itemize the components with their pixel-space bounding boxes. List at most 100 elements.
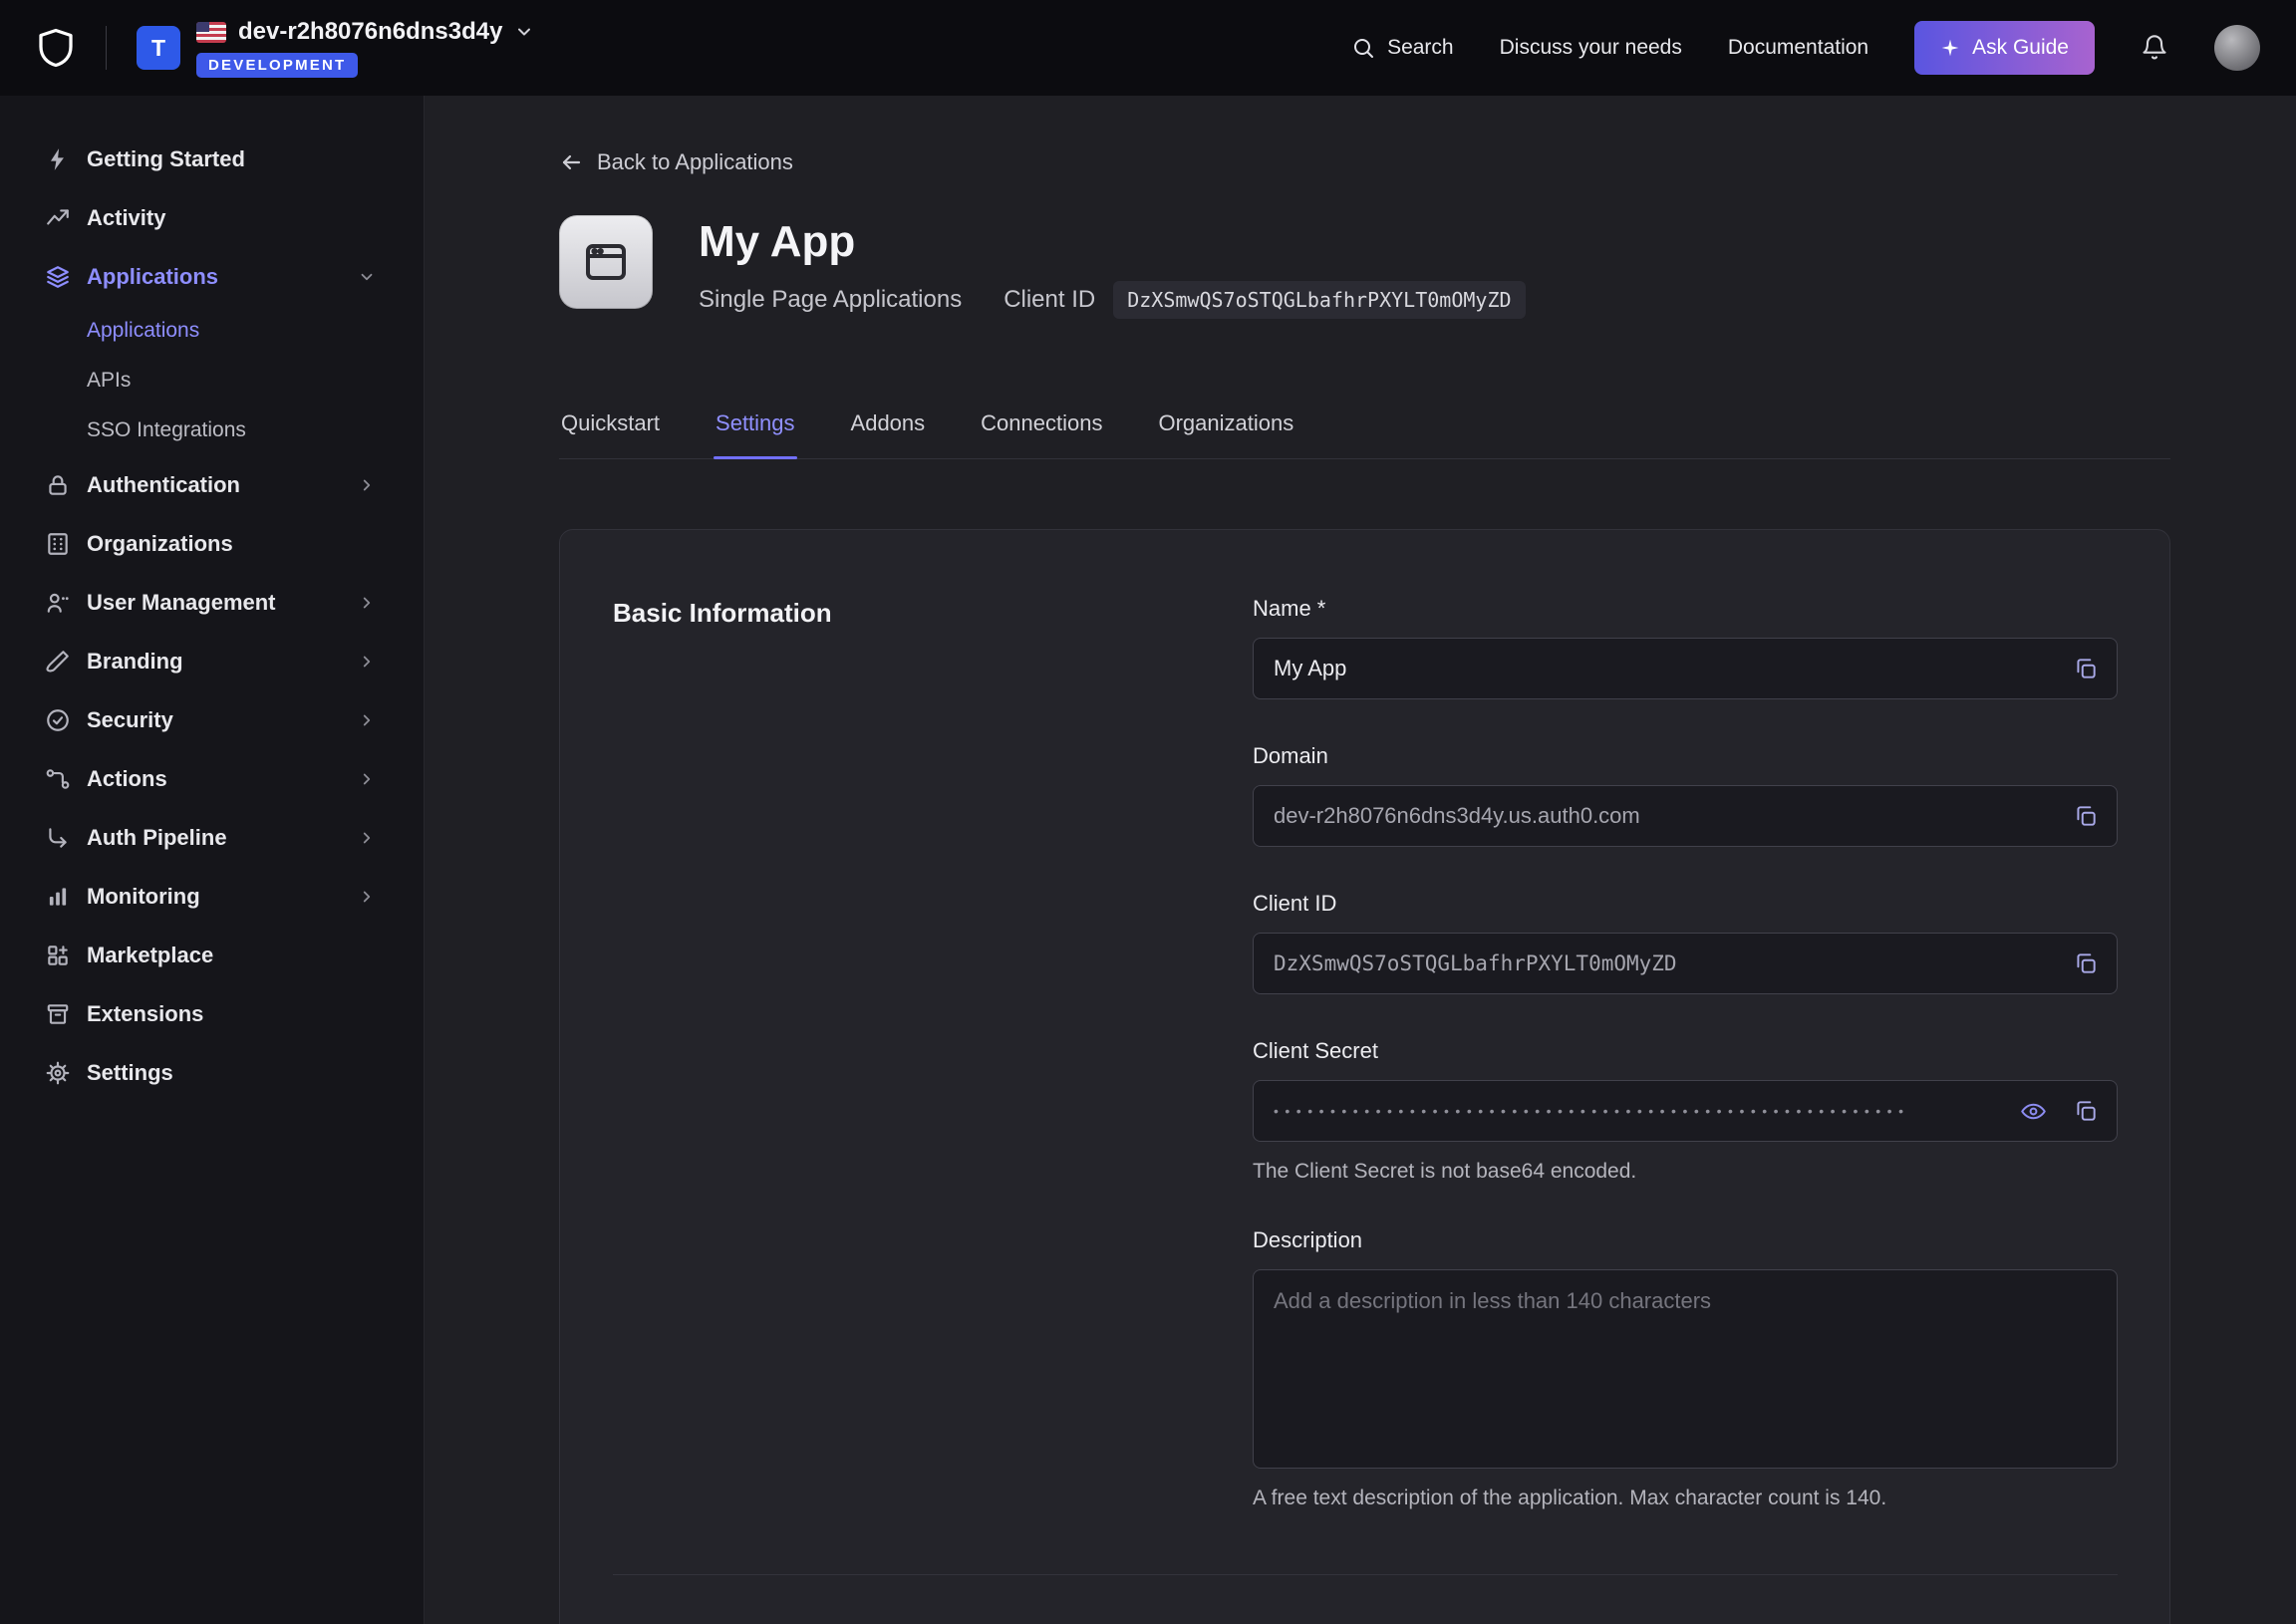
sidebar-subitem-apis[interactable]: APIs — [0, 356, 424, 406]
page-title: My App — [699, 217, 1526, 267]
sidebar-item-getting-started[interactable]: Getting Started — [0, 130, 424, 188]
client-id-label: Client ID — [1253, 891, 2118, 917]
sidebar-item-activity[interactable]: Activity — [0, 188, 424, 247]
chevron-right-icon — [358, 594, 376, 612]
sidebar-item-security[interactable]: Security — [0, 690, 424, 749]
ask-guide-button[interactable]: Ask Guide — [1914, 21, 2095, 75]
applications-icon — [44, 263, 72, 291]
activity-icon — [44, 204, 72, 232]
sidebar-item-organizations[interactable]: Organizations — [0, 514, 424, 573]
shield-icon — [44, 706, 72, 734]
sparkle-icon — [1940, 38, 1960, 58]
sidebar-item-branding[interactable]: Branding — [0, 632, 424, 690]
bolt-icon — [44, 145, 72, 173]
nav-discuss-your-needs[interactable]: Discuss your needs — [1500, 36, 1682, 60]
extensions-icon — [44, 1000, 72, 1028]
bell-icon — [2141, 34, 2168, 62]
tab-connections[interactable]: Connections — [979, 410, 1104, 458]
section-title: Basic Information — [613, 596, 1253, 1510]
flow-icon — [44, 765, 72, 793]
chevron-down-icon — [514, 22, 534, 42]
basic-information-card: Basic Information Name * My App Domai — [559, 529, 2170, 1624]
marketplace-icon — [44, 942, 72, 969]
tenant-name: dev-r2h8076n6dns3d4y — [238, 18, 502, 46]
app-header: My App Single Page Applications Client I… — [559, 215, 2170, 319]
chevron-down-icon — [358, 268, 376, 286]
copy-icon[interactable] — [2073, 656, 2099, 681]
copy-icon[interactable] — [2073, 803, 2099, 829]
sidebar-item-applications[interactable]: Applications — [0, 247, 424, 306]
chevron-right-icon — [358, 476, 376, 494]
sidebar-subitem-sso-integrations[interactable]: SSO Integrations — [0, 406, 424, 455]
gear-icon — [44, 1059, 72, 1087]
tab-addons[interactable]: Addons — [849, 410, 928, 458]
copy-icon[interactable] — [2073, 1098, 2099, 1124]
topbar-divider — [106, 26, 107, 70]
brush-icon — [44, 648, 72, 676]
description-textarea[interactable]: Add a description in less than 140 chara… — [1253, 1269, 2118, 1469]
search-label: Search — [1387, 36, 1454, 60]
sidebar-item-user-management[interactable]: User Management — [0, 573, 424, 632]
description-help: A free text description of the applicati… — [1253, 1487, 2118, 1510]
tenant-initial-badge: T — [137, 26, 180, 70]
chevron-right-icon — [358, 711, 376, 729]
section-divider — [613, 1574, 2118, 1575]
name-field-group: Name * My App — [1253, 596, 2118, 699]
sidebar-item-extensions[interactable]: Extensions — [0, 984, 424, 1043]
client-secret-input[interactable]: ••••••••••••••••••••••••••••••••••••••••… — [1253, 1080, 2118, 1142]
chevron-right-icon — [358, 829, 376, 847]
name-input[interactable]: My App — [1253, 638, 2118, 699]
domain-field-group: Domain dev-r2h8076n6dns3d4y.us.auth0.com — [1253, 743, 2118, 847]
sidebar-item-actions[interactable]: Actions — [0, 749, 424, 808]
tab-organizations[interactable]: Organizations — [1156, 410, 1295, 458]
domain-label: Domain — [1253, 743, 2118, 769]
client-id-label: Client ID — [1004, 286, 1095, 314]
topbar: T dev-r2h8076n6dns3d4y DEVELOPMENT Searc… — [0, 0, 2296, 96]
sidebar-item-marketplace[interactable]: Marketplace — [0, 926, 424, 984]
auth0-logo[interactable] — [36, 28, 76, 68]
masked-secret: ••••••••••••••••••••••••••••••••••••••••… — [1274, 1103, 1913, 1119]
tenant-switcher[interactable]: T dev-r2h8076n6dns3d4y DEVELOPMENT — [137, 18, 534, 78]
description-field-group: Description Add a description in less th… — [1253, 1227, 2118, 1510]
sidebar: Getting StartedActivityApplicationsAppli… — [0, 96, 425, 1624]
notifications-button[interactable] — [2141, 34, 2168, 62]
nav-documentation[interactable]: Documentation — [1728, 36, 1868, 60]
user-avatar[interactable] — [2214, 25, 2260, 71]
domain-input[interactable]: dev-r2h8076n6dns3d4y.us.auth0.com — [1253, 785, 2118, 847]
client-secret-label: Client Secret — [1253, 1038, 2118, 1064]
search-icon — [1351, 36, 1375, 60]
monitoring-icon — [44, 883, 72, 911]
chevron-right-icon — [358, 770, 376, 788]
tab-settings[interactable]: Settings — [714, 410, 797, 458]
tab-bar: Quickstart Settings Addons Connections Organ… — [559, 410, 2170, 459]
sidebar-subitem-applications[interactable]: Applications — [0, 306, 424, 356]
organizations-icon — [44, 530, 72, 558]
arrow-left-icon — [559, 150, 583, 174]
search-button[interactable]: Search — [1351, 36, 1454, 60]
name-label: Name * — [1253, 596, 2118, 622]
client-secret-field-group: Client Secret ••••••••••••••••••••••••••… — [1253, 1038, 2118, 1184]
chevron-right-icon — [358, 888, 376, 906]
sidebar-item-auth-pipeline[interactable]: Auth Pipeline — [0, 808, 424, 867]
pipeline-icon — [44, 824, 72, 852]
chevron-right-icon — [358, 653, 376, 671]
sidebar-item-settings[interactable]: Settings — [0, 1043, 424, 1102]
lock-icon — [44, 471, 72, 499]
client-id-field-group: Client ID DzXSmwQS7oSTQGLbafhrPXYLT0mOMy… — [1253, 891, 2118, 994]
client-id-badge[interactable]: DzXSmwQS7oSTQGLbafhrPXYLT0mOMyZD — [1113, 281, 1525, 319]
back-to-applications-link[interactable]: Back to Applications — [559, 149, 793, 175]
users-icon — [44, 589, 72, 617]
window-icon — [582, 238, 630, 286]
sidebar-item-authentication[interactable]: Authentication — [0, 455, 424, 514]
us-flag-icon — [196, 22, 226, 43]
copy-icon[interactable] — [2073, 950, 2099, 976]
description-label: Description — [1253, 1227, 2118, 1253]
app-icon — [559, 215, 653, 309]
tab-quickstart[interactable]: Quickstart — [559, 410, 662, 458]
reveal-secret-eye-icon[interactable] — [2020, 1098, 2047, 1125]
client-id-input[interactable]: DzXSmwQS7oSTQGLbafhrPXYLT0mOMyZD — [1253, 933, 2118, 994]
client-secret-help: The Client Secret is not base64 encoded. — [1253, 1160, 2118, 1184]
main-content: Back to Applications My App Single Page … — [425, 96, 2296, 1624]
sidebar-item-monitoring[interactable]: Monitoring — [0, 867, 424, 926]
description-placeholder: Add a description in less than 140 chara… — [1274, 1288, 1711, 1313]
